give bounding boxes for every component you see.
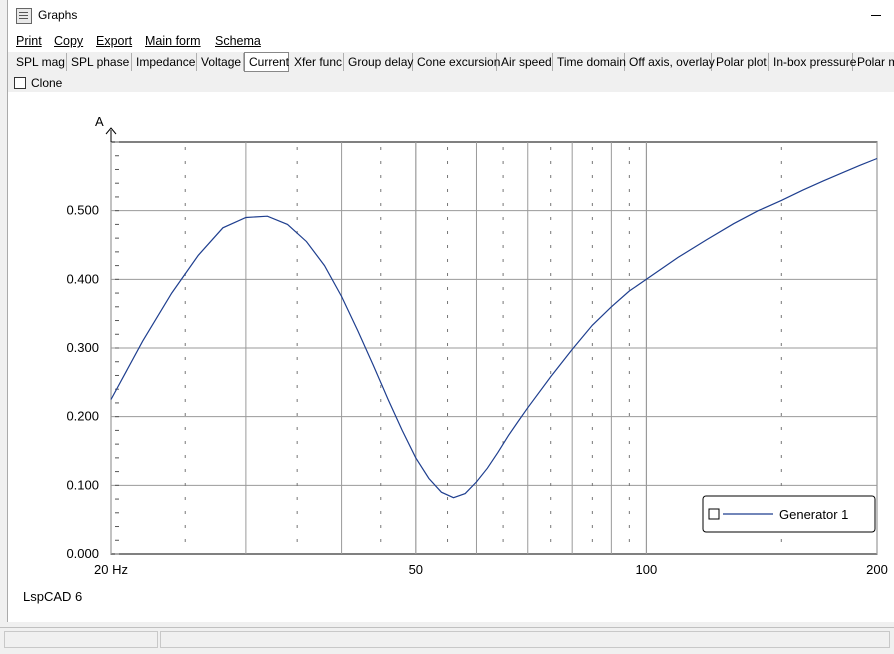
tab-off-axis-overlay[interactable]: Off axis, overlay [625, 53, 715, 71]
tab-in-box-pressure[interactable]: In-box pressure [769, 53, 856, 71]
current-chart: 0.000 0.100 0.200 0.300 0.400 0.500 20 Hz 50 100… [66, 114, 888, 577]
tab-time-domain[interactable]: Time domain [553, 53, 626, 71]
app-icon [16, 8, 32, 24]
x-tick-label: 100 [636, 562, 658, 577]
plot-area: 0.000 0.100 0.200 0.300 0.400 0.500 20 Hz 50 100… [8, 92, 894, 612]
menu-export[interactable]: Export [96, 34, 132, 48]
menu-bar: Print Copy Export Main form Schema [8, 31, 894, 51]
clone-row: Clone [8, 73, 894, 92]
graphs-window: Graphs Print Copy Export Main form Schem… [7, 0, 894, 622]
x-tick-label: 50 [409, 562, 423, 577]
tab-air-speed[interactable]: Air speed [497, 53, 553, 71]
brand-label: LspCAD 6 [23, 589, 83, 604]
status-panel-2 [160, 631, 890, 648]
clone-checkbox[interactable] [14, 77, 26, 89]
series-line [110, 157, 878, 499]
menu-main-form[interactable]: Main form [145, 34, 201, 48]
tab-xfer-func[interactable]: Xfer func [290, 53, 344, 71]
tab-spl-mag[interactable]: SPL mag [12, 53, 67, 71]
tab-polar-plot[interactable]: Polar plot [712, 53, 769, 71]
status-panel-1 [4, 631, 158, 648]
x-tick-label: 20 Hz [94, 562, 128, 577]
tab-cone-excursion[interactable]: Cone excursion [413, 53, 500, 71]
y-tick-label: 0.000 [66, 546, 99, 561]
tab-impedance[interactable]: Impedance [132, 53, 197, 71]
tab-bar: SPL mag SPL phase Impedance Voltage Curr… [8, 52, 894, 73]
tab-voltage[interactable]: Voltage [197, 53, 244, 71]
y-tick-label: 0.500 [66, 203, 99, 218]
x-tick-label: 200 [866, 562, 888, 577]
minimize-icon[interactable] [869, 8, 883, 22]
y-tick-label: 0.400 [66, 271, 99, 286]
tab-current[interactable]: Current [244, 52, 289, 72]
legend-checkbox [708, 508, 720, 520]
menu-schema[interactable]: Schema [215, 34, 261, 48]
clone-label: Clone [31, 76, 63, 90]
window-title: Graphs [38, 8, 78, 22]
status-bar [0, 627, 894, 654]
legend-label: Generator 1 [779, 507, 848, 522]
tab-spl-phase[interactable]: SPL phase [67, 53, 132, 71]
tab-group-delay[interactable]: Group delay [344, 53, 413, 71]
title-bar: Graphs [8, 0, 894, 30]
tab-polar-m[interactable]: Polar m [853, 53, 894, 71]
y-tick-label: 0.100 [66, 477, 99, 492]
menu-print[interactable]: Print [16, 34, 42, 48]
y-tick-label: 0.300 [66, 340, 99, 355]
menu-copy[interactable]: Copy [54, 34, 83, 48]
y-tick-label: 0.200 [66, 409, 99, 424]
y-axis-label: A [95, 114, 104, 129]
